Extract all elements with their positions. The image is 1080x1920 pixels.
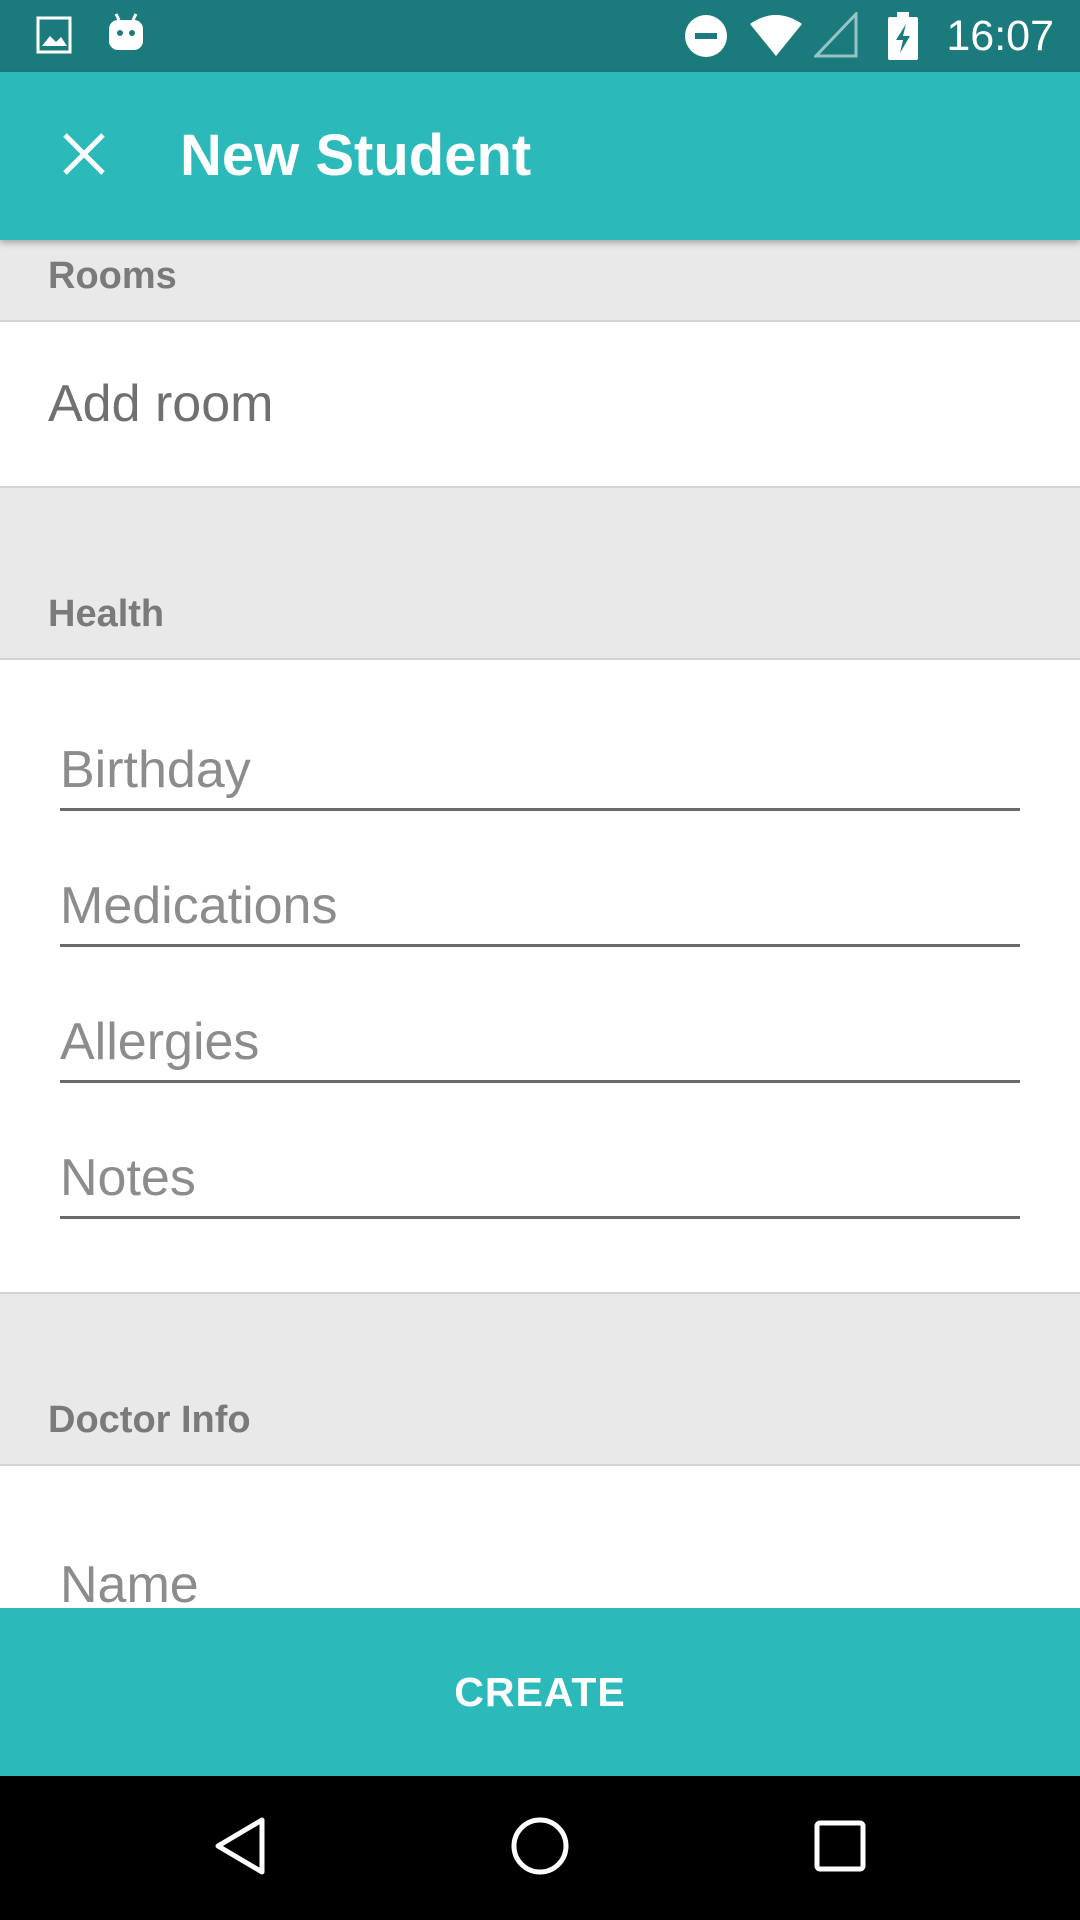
recents-button[interactable]	[790, 1798, 890, 1898]
add-room-row[interactable]: Add room	[0, 322, 1080, 488]
section-label-rooms: Rooms	[48, 255, 177, 297]
section-header-rooms: Rooms	[0, 240, 1080, 322]
back-icon	[212, 1816, 268, 1881]
wifi-icon	[748, 12, 804, 63]
status-bar: 16:07	[0, 0, 1080, 72]
form-content[interactable]: Rooms Add room Health Doctor Info	[0, 240, 1080, 1608]
page-title: New Student	[180, 123, 532, 188]
recents-icon	[814, 1820, 866, 1877]
cell-signal-icon	[812, 10, 858, 63]
notes-field[interactable]	[60, 1139, 1020, 1219]
birthday-field[interactable]	[60, 731, 1020, 811]
close-icon	[62, 132, 106, 181]
medications-field[interactable]	[60, 867, 1020, 947]
android-icon	[106, 12, 146, 61]
home-button[interactable]	[490, 1798, 590, 1898]
do-not-disturb-icon	[684, 14, 728, 63]
battery-charging-icon	[888, 12, 918, 65]
back-button[interactable]	[190, 1798, 290, 1898]
doctor-name-field[interactable]	[60, 1546, 1020, 1608]
image-icon	[36, 16, 72, 59]
close-button[interactable]	[40, 112, 128, 200]
allergies-field[interactable]	[60, 1003, 1020, 1083]
section-header-doctor-info: Doctor Info	[0, 1294, 1080, 1466]
section-label-health: Health	[48, 593, 165, 635]
home-icon	[510, 1816, 570, 1881]
section-header-health: Health	[0, 488, 1080, 660]
add-room-label: Add room	[48, 375, 274, 433]
section-label-doctor-info: Doctor Info	[48, 1399, 251, 1441]
app-bar: New Student	[0, 72, 1080, 240]
create-button[interactable]: CREATE	[0, 1608, 1080, 1776]
status-time: 16:07	[946, 12, 1054, 60]
navigation-bar	[0, 1776, 1080, 1920]
